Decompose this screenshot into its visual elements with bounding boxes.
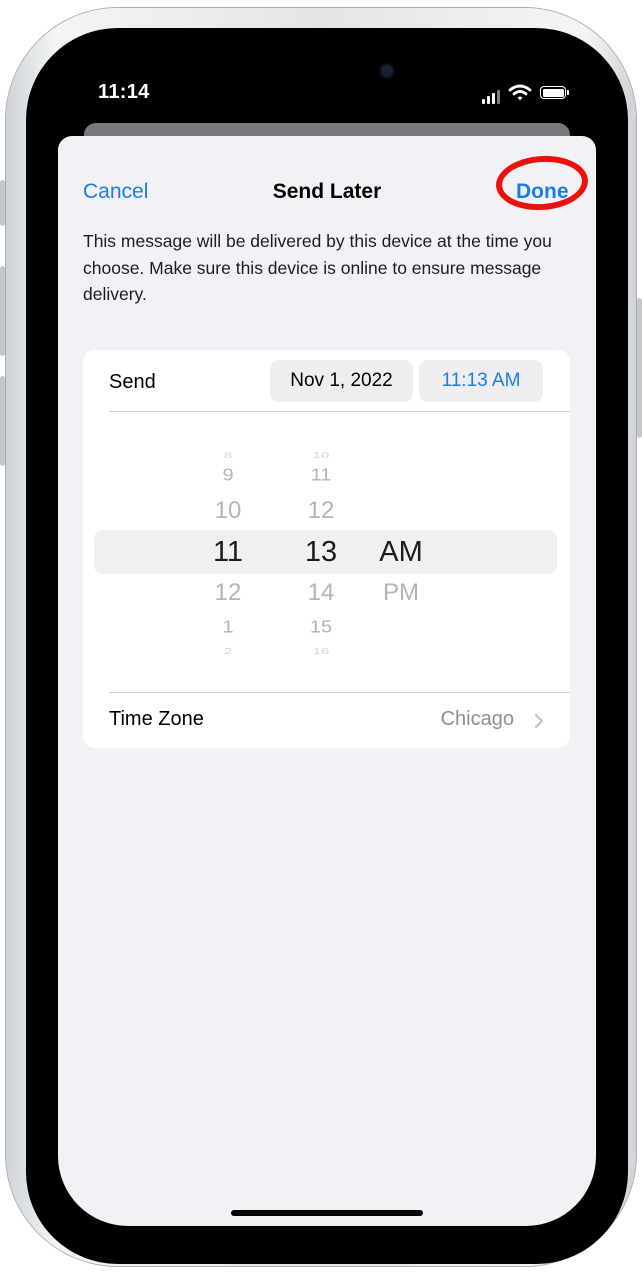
time-button[interactable]: 11:13 AM — [419, 360, 543, 402]
minute-option[interactable]: 14 — [295, 581, 347, 605]
minute-option[interactable]: 12 — [295, 499, 347, 523]
send-label: Send — [109, 371, 156, 393]
hour-option[interactable]: 1 — [203, 618, 253, 636]
annotation-circle — [494, 152, 590, 214]
screen: 11:14 Cancel Send Later Done This messag… — [26, 28, 628, 1264]
description-text: This message will be delivered by this d… — [83, 231, 552, 304]
phone-frame: 11:14 Cancel Send Later Done This messag… — [0, 8, 642, 1266]
time-picker[interactable]: 8 9 10 11 12 1 2 10 11 12 13 14 15 16 AM PM — [83, 430, 570, 665]
hour-option[interactable]: 10 — [203, 499, 253, 523]
minute-option[interactable]: 10 — [295, 451, 347, 459]
minute-option[interactable]: 15 — [295, 618, 347, 636]
divider — [109, 411, 570, 412]
hour-option[interactable]: 9 — [203, 466, 253, 484]
divider — [109, 692, 570, 693]
period-option[interactable]: AM — [365, 537, 437, 567]
time-zone-label: Time Zone — [109, 708, 204, 730]
volume-up-button — [0, 266, 5, 356]
send-later-sheet: Cancel Send Later Done This message will… — [58, 136, 596, 1226]
volume-down-button — [0, 376, 5, 466]
minute-option[interactable]: 16 — [295, 647, 347, 655]
chevron-right-icon[interactable] — [534, 713, 544, 729]
schedule-card: Send Nov 1, 2022 11:13 AM 8 9 10 11 12 1 2 10 11… — [83, 350, 570, 748]
wifi-icon — [508, 84, 532, 101]
minute-option[interactable]: 13 — [295, 537, 347, 567]
home-indicator[interactable] — [231, 1210, 423, 1216]
hour-option[interactable]: 8 — [203, 451, 253, 459]
silent-switch — [0, 180, 5, 226]
signal-icon — [482, 90, 502, 104]
hour-option[interactable]: 11 — [203, 537, 253, 567]
date-button[interactable]: Nov 1, 2022 — [270, 360, 413, 402]
hour-option[interactable]: 2 — [203, 647, 253, 655]
front-camera — [381, 65, 393, 77]
minute-option[interactable]: 11 — [295, 466, 347, 484]
battery-icon — [540, 86, 569, 99]
status-time: 11:14 — [98, 81, 150, 103]
period-option[interactable]: PM — [365, 581, 437, 605]
hour-option[interactable]: 12 — [203, 581, 253, 605]
power-button — [637, 298, 642, 438]
time-zone-value[interactable]: Chicago — [441, 708, 514, 731]
